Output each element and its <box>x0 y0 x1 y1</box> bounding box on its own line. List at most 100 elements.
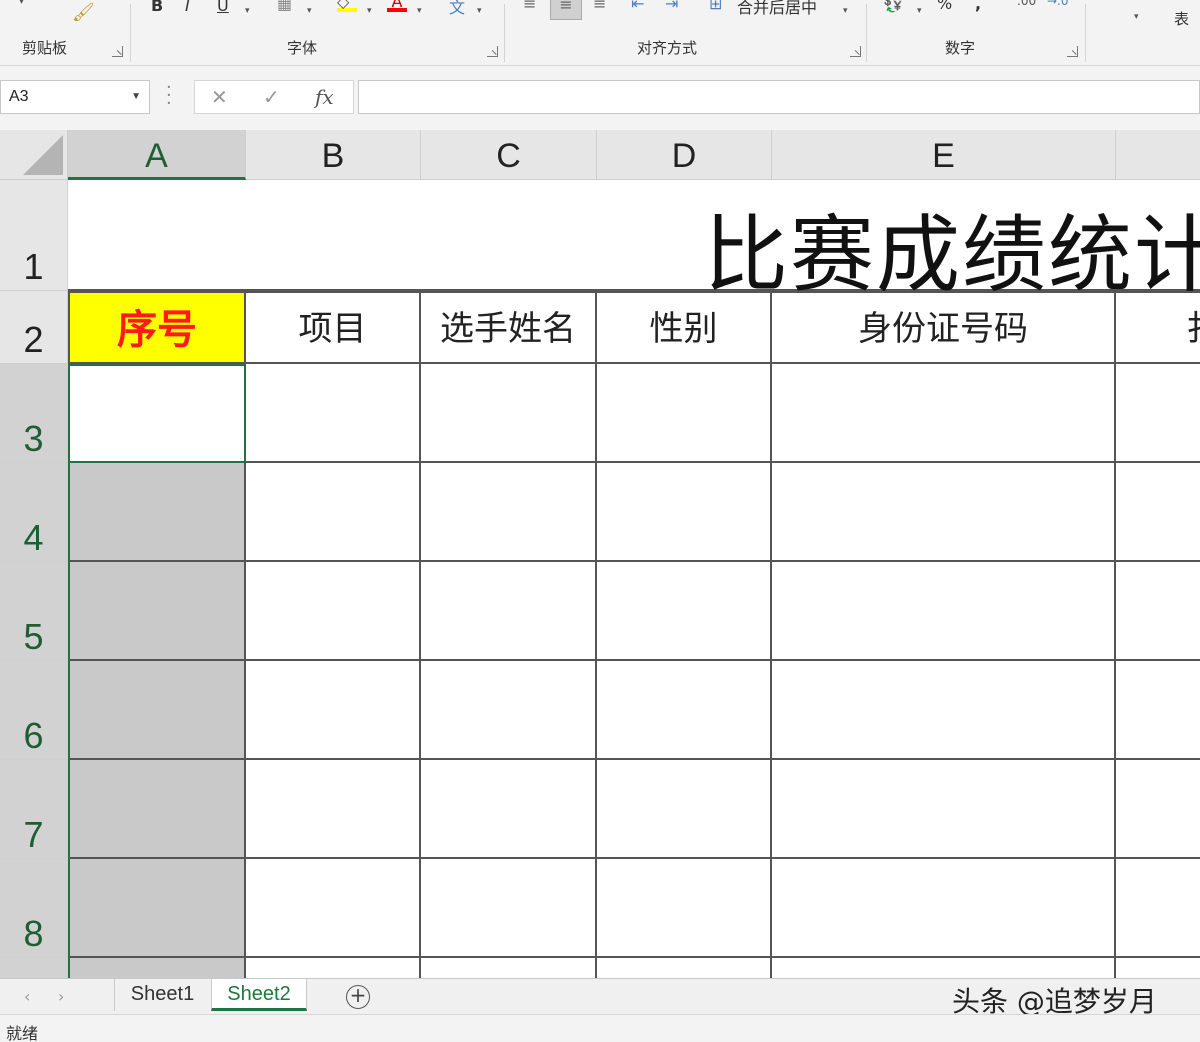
comma-button[interactable]: , <box>975 0 981 13</box>
font-color-dropdown-icon[interactable]: ▾ <box>417 6 422 16</box>
sheet-tab-sheet1[interactable]: Sheet1 <box>114 979 210 1011</box>
paste-icon[interactable]: ▾ <box>18 0 25 8</box>
row-header-1[interactable]: 1 <box>0 180 68 291</box>
cell-b6[interactable] <box>246 661 421 760</box>
cell-b3[interactable] <box>246 364 421 463</box>
scroll-tabs-right-icon[interactable]: › <box>58 987 64 1006</box>
format-as-table-label[interactable]: 表 <box>1174 8 1189 29</box>
cell-d3[interactable] <box>597 364 772 463</box>
header-cell-id-number[interactable]: 身份证号码 <box>772 291 1116 364</box>
cell-d4[interactable] <box>597 463 772 562</box>
header-cell-index[interactable]: 序号 <box>68 291 246 364</box>
clipboard-launcher-icon[interactable] <box>112 46 123 57</box>
italic-button[interactable]: I <box>185 0 190 15</box>
cell-c9[interactable] <box>421 958 597 978</box>
underline-dropdown-icon[interactable]: ▾ <box>245 6 250 16</box>
cell-c7[interactable] <box>421 760 597 859</box>
conditional-format-dropdown-icon[interactable]: ▾ <box>1134 12 1139 22</box>
cell-b5[interactable] <box>246 562 421 661</box>
row-header-9[interactable] <box>0 958 68 978</box>
cell-e7[interactable] <box>772 760 1116 859</box>
fill-color-dropdown-icon[interactable]: ▾ <box>367 6 372 16</box>
cell-f7[interactable] <box>1116 760 1200 859</box>
row-header-6[interactable]: 6 <box>0 661 68 760</box>
name-box-dropdown-icon[interactable]: ▼ <box>131 91 141 102</box>
row-header-8[interactable]: 8 <box>0 859 68 958</box>
cell-c5[interactable] <box>421 562 597 661</box>
cell-f8[interactable] <box>1116 859 1200 958</box>
borders-icon[interactable]: ▦ <box>277 0 292 13</box>
column-header-d[interactable]: D <box>597 130 772 180</box>
row-header-4[interactable]: 4 <box>0 463 68 562</box>
font-color-button[interactable]: A <box>387 0 407 12</box>
select-all-corner[interactable] <box>0 130 68 180</box>
cell-c8[interactable] <box>421 859 597 958</box>
cell-e4[interactable] <box>772 463 1116 562</box>
underline-button[interactable]: U <box>217 0 229 15</box>
merge-center-icon[interactable]: ⊞ <box>709 0 722 13</box>
cell-c3[interactable] <box>421 364 597 463</box>
decrease-indent-icon[interactable]: ⇤ <box>631 0 644 13</box>
cell-e3[interactable] <box>772 364 1116 463</box>
add-sheet-icon[interactable]: + <box>346 985 370 1009</box>
header-cell-player-name[interactable]: 选手姓名 <box>421 291 597 364</box>
accounting-dropdown-icon[interactable]: ▾ <box>917 6 922 16</box>
phonetic-icon[interactable]: 文 <box>449 0 465 18</box>
column-header-f[interactable] <box>1116 130 1200 180</box>
row-header-3[interactable]: 3 <box>0 364 68 463</box>
cell-f5[interactable] <box>1116 562 1200 661</box>
cell-d7[interactable] <box>597 760 772 859</box>
number-launcher-icon[interactable] <box>1067 46 1078 57</box>
align-center-icon[interactable]: ≡ <box>550 0 582 20</box>
sheet-tab-sheet2[interactable]: Sheet2 <box>211 979 307 1011</box>
cancel-button[interactable]: ✕ <box>211 85 228 109</box>
fill-color-icon[interactable]: ◇ <box>337 0 357 12</box>
row-header-2[interactable]: 2 <box>0 291 68 364</box>
enter-button[interactable]: ✓ <box>263 85 280 109</box>
column-header-a[interactable]: A <box>68 130 246 180</box>
scroll-tabs-left-icon[interactable]: ‹ <box>24 987 30 1006</box>
cell-e9[interactable] <box>772 958 1116 978</box>
align-right-icon[interactable]: ≡ <box>593 0 606 13</box>
cell-e6[interactable] <box>772 661 1116 760</box>
cell-b8[interactable] <box>246 859 421 958</box>
cell-f6[interactable] <box>1116 661 1200 760</box>
title-cell[interactable]: 比赛成绩统计 <box>68 180 1200 304</box>
cell-f4[interactable] <box>1116 463 1200 562</box>
borders-dropdown-icon[interactable]: ▾ <box>307 6 312 16</box>
align-left-icon[interactable]: ≡ <box>523 0 536 13</box>
cell-e8[interactable] <box>772 859 1116 958</box>
header-cell-event[interactable]: 项目 <box>246 291 421 364</box>
accounting-format-icon[interactable]: 💱 <box>883 0 903 13</box>
name-box[interactable]: A3 ▼ <box>0 80 150 114</box>
formula-bar-grip-icon[interactable]: · · · <box>166 79 172 113</box>
column-header-b[interactable]: B <box>246 130 421 180</box>
alignment-launcher-icon[interactable] <box>850 46 861 57</box>
cell-b7[interactable] <box>246 760 421 859</box>
cell-b9[interactable] <box>246 958 421 978</box>
percent-button[interactable]: % <box>937 0 952 13</box>
increase-indent-icon[interactable]: ⇥ <box>665 0 678 13</box>
increase-decimal-icon[interactable]: .00 <box>1017 0 1036 8</box>
merge-center-button[interactable]: 合并后居中 <box>737 0 817 18</box>
format-painter-icon[interactable]: 🖌 <box>72 2 95 23</box>
column-header-e[interactable]: E <box>772 130 1116 180</box>
decrease-decimal-icon[interactable]: →.0 <box>1047 0 1069 8</box>
cell-c6[interactable] <box>421 661 597 760</box>
cell-e5[interactable] <box>772 562 1116 661</box>
insert-function-button[interactable]: fx <box>315 85 334 109</box>
row-header-5[interactable]: 5 <box>0 562 68 661</box>
cell-b4[interactable] <box>246 463 421 562</box>
merge-dropdown-icon[interactable]: ▾ <box>843 6 848 16</box>
phonetic-dropdown-icon[interactable]: ▾ <box>477 6 482 16</box>
font-launcher-icon[interactable] <box>487 46 498 57</box>
header-cell-partial[interactable]: 扌 <box>1116 291 1200 364</box>
cell-f9[interactable] <box>1116 958 1200 978</box>
cell-d6[interactable] <box>597 661 772 760</box>
cell-d5[interactable] <box>597 562 772 661</box>
cell-d8[interactable] <box>597 859 772 958</box>
column-header-c[interactable]: C <box>421 130 597 180</box>
cell-f3[interactable] <box>1116 364 1200 463</box>
cell-c4[interactable] <box>421 463 597 562</box>
bold-button[interactable]: B <box>151 0 163 15</box>
